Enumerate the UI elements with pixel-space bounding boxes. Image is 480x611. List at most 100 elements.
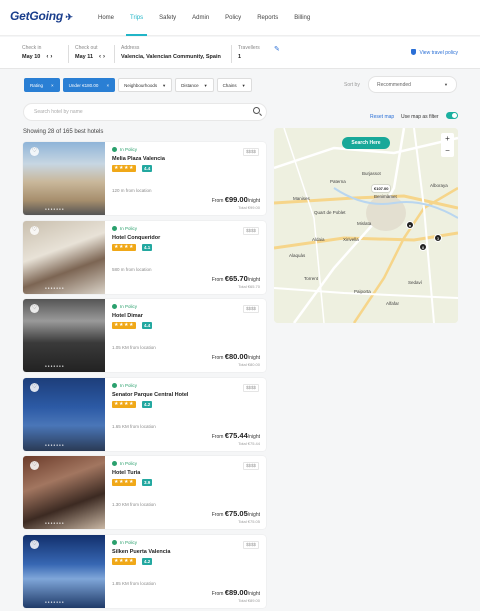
map-price-pin[interactable]: €107.00 [372, 185, 391, 192]
heart-icon[interactable]: ♡ [30, 382, 39, 392]
carousel-dots[interactable]: ●●●●●●● [45, 286, 65, 290]
hotel-photo[interactable]: ♡ ●●●●●●● [23, 299, 105, 372]
checkin-value: May 10 [22, 54, 41, 60]
carousel-dots[interactable]: ●●●●●●● [45, 364, 65, 368]
view-travel-policy-link[interactable]: View travel policy [411, 49, 458, 56]
price-from-label: From [211, 276, 224, 283]
heart-icon[interactable]: ♡ [30, 539, 39, 549]
top-bar: GetGoing ✈ Home Trips Safety Admin Polic… [0, 0, 480, 36]
total-price: Total €89.00 [238, 597, 260, 603]
hotel-search-input[interactable]: Search hotel by name [23, 103, 267, 121]
heart-icon[interactable]: ♡ [30, 225, 39, 235]
carousel-dots[interactable]: ●●●●●●● [45, 207, 65, 211]
price-value: €80.00 [224, 352, 248, 361]
hotel-name[interactable]: Silken Puerta Valencia [112, 549, 170, 555]
in-policy-text: In Policy [120, 382, 138, 388]
nav-policy[interactable]: Policy [217, 0, 249, 36]
total-price: Total €75.44 [238, 440, 260, 446]
nav-billing[interactable]: Billing [286, 0, 318, 36]
heart-icon[interactable]: ♡ [30, 304, 39, 313]
hotel-card[interactable]: ♡ ●●●●●●● In Policy Hotel Conqueridor ★★★★ 4.… [23, 220, 266, 294]
use-map-filter-label: Use map as filter [401, 114, 439, 120]
hotel-card[interactable]: ♡ ●●●●●●● In Policy Silken Puerta Valencia ★… [23, 534, 266, 608]
travellers-value: 1 [238, 54, 242, 60]
filter-label: Chains [222, 83, 237, 88]
hotel-distance: 1.05 KM from location [112, 345, 156, 350]
hotel-card[interactable]: ♡ ●●●●●●● In Policy Hotel Dimar ★★★★ 4.4 $$$$ 1… [23, 299, 266, 372]
nav-safety[interactable]: Safety [151, 0, 184, 36]
search-icon[interactable] [253, 107, 260, 114]
reset-map-link[interactable]: Reset map [370, 114, 394, 120]
plane-icon: ✈ [63, 12, 73, 22]
hotel-card[interactable]: ♡ ●●●●●●● In Policy Hotel Turia ★★★★ 3.9 $$$$ 1… [23, 456, 266, 529]
checkout-field[interactable]: Check out May 11 ‹› [75, 45, 107, 60]
map-cluster-marker[interactable]: 8 [419, 243, 427, 251]
hotel-photo[interactable]: ♡ ●●●●●●● [23, 456, 105, 529]
travellers-field[interactable]: Travellers 1 [238, 45, 260, 60]
zoom-out-button[interactable]: − [441, 145, 454, 157]
zoom-in-button[interactable]: + [441, 133, 454, 145]
hotel-name[interactable]: Melia Plaza Valencia [112, 156, 165, 162]
nav-trips[interactable]: Trips [122, 0, 151, 36]
review-score: 3.9 [142, 479, 153, 486]
hotel-name[interactable]: Senator Parque Central Hotel [112, 392, 188, 398]
map-label: Burjassot [362, 171, 381, 176]
price-tier: $$$$ [242, 540, 259, 549]
date-arrows-icon[interactable]: ‹› [46, 54, 54, 60]
shield-icon [411, 49, 417, 55]
hotel-photo[interactable]: ♡ ●●●●●●● [23, 220, 105, 294]
hotel-name[interactable]: Hotel Conqueridor [112, 235, 160, 241]
heart-icon[interactable]: ♡ [30, 461, 39, 470]
filter-rating[interactable]: Rating × [24, 78, 60, 92]
filter-label: Under €180.00 [68, 83, 99, 88]
hotel-distance: 1.65 KM from location [112, 423, 156, 429]
checkin-field[interactable]: Check in May 10 ‹› [22, 45, 54, 60]
close-icon[interactable]: × [106, 83, 109, 88]
carousel-dots[interactable]: ●●●●●●● [45, 521, 65, 525]
nav-reports[interactable]: Reports [249, 0, 286, 36]
total-price: Total €65.70 [238, 283, 260, 289]
review-score: 4.1 [142, 243, 153, 251]
map-hotel-marker[interactable]: ● [406, 221, 414, 229]
hotel-name[interactable]: Hotel Turia [112, 470, 140, 476]
close-icon[interactable]: × [51, 83, 54, 88]
in-policy-text: In Policy [120, 147, 138, 152]
hotel-card[interactable]: ♡ ●●●●●●● In Policy Melia Plaza Valencia ★★★… [23, 142, 266, 215]
travellers-label: Travellers [238, 45, 260, 51]
review-score: 4.2 [142, 400, 153, 408]
in-policy-text: In Policy [120, 304, 138, 309]
heart-icon[interactable]: ♡ [30, 147, 39, 156]
address-field[interactable]: Address Valencia, Valencian Community, Sp… [121, 45, 221, 60]
filter-under-price[interactable]: Under €180.00 × [62, 78, 116, 92]
price-from-label: From [211, 198, 224, 204]
hotel-name[interactable]: Hotel Dimar [112, 313, 143, 319]
hotel-card[interactable]: ♡ ●●●●●●● In Policy Senator Parque Central … [23, 377, 266, 451]
hotel-photo[interactable]: ♡ ●●●●●●● [23, 377, 105, 451]
nightly-price: From €75.44/night [212, 431, 260, 440]
carousel-dots[interactable]: ●●●●●●● [45, 600, 65, 604]
hotel-photo[interactable]: ♡ ●●●●●●● [23, 534, 105, 608]
hotel-photo[interactable]: ♡ ●●●●●●● [23, 142, 105, 215]
per-night-label: /night [247, 590, 260, 597]
filter-neighbourhoods[interactable]: Neighbourhoods ▼ [118, 78, 173, 92]
price-value: €89.00 [224, 587, 248, 597]
search-here-button[interactable]: Search Here [342, 137, 390, 149]
use-map-filter-toggle[interactable] [446, 112, 458, 119]
sort-select[interactable]: Recommended ▼ [368, 76, 457, 93]
sort-value: Recommended [377, 82, 411, 88]
carousel-dots[interactable]: ●●●●●●● [45, 443, 65, 447]
nav-admin[interactable]: Admin [184, 0, 217, 36]
map-cluster-marker[interactable]: 3 [434, 234, 442, 242]
filter-chains[interactable]: Chains ▼ [216, 78, 252, 92]
date-arrows-icon[interactable]: ‹› [99, 54, 107, 60]
review-score: 4.4 [142, 322, 153, 329]
brand-logo[interactable]: GetGoing ✈ [10, 9, 73, 23]
in-policy-badge: In Policy [112, 539, 137, 545]
map-label: Aldaia [312, 237, 325, 242]
in-policy-badge: In Policy [112, 461, 137, 466]
nightly-price: From €65.70/night [212, 274, 260, 283]
edit-pencil-icon[interactable]: ✎ [274, 45, 280, 53]
nav-home[interactable]: Home [90, 0, 122, 36]
price-value: €65.70 [224, 273, 248, 283]
filter-distance[interactable]: Distance ▼ [175, 78, 214, 92]
